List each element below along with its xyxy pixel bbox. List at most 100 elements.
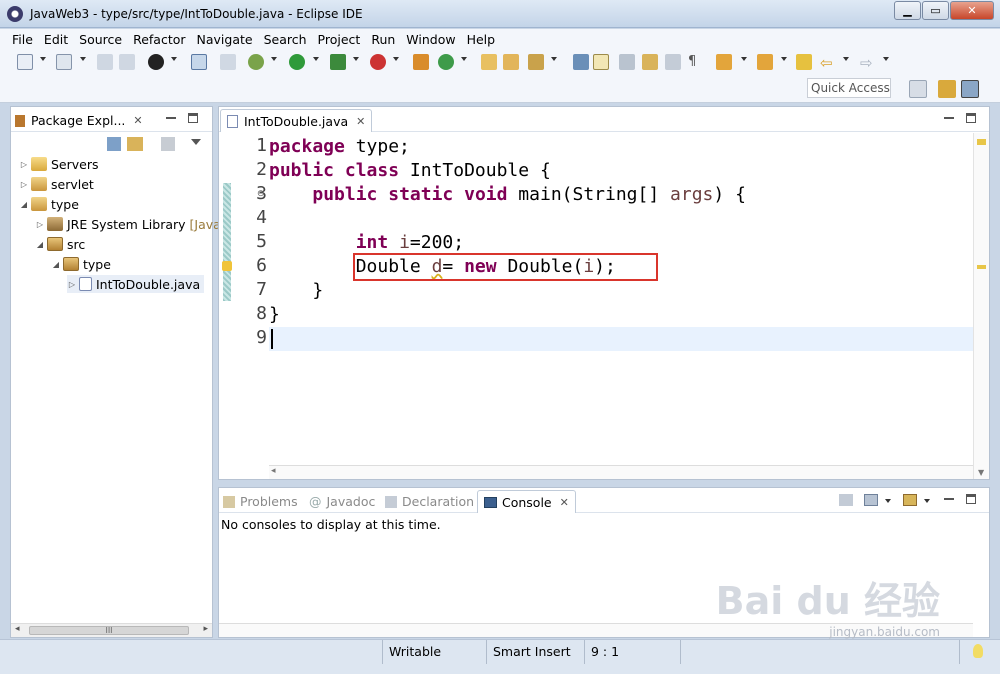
new-server-icon[interactable] — [413, 54, 429, 70]
chevron-down-icon[interactable] — [171, 57, 177, 61]
last-edit-icon[interactable] — [796, 54, 812, 70]
chevron-right-icon[interactable]: ▷ — [19, 180, 29, 189]
tab-declaration[interactable]: Declaration — [385, 490, 474, 513]
show-whitespace-icon[interactable] — [642, 54, 658, 70]
pin-console-icon[interactable] — [839, 494, 853, 506]
warning-overview-marker[interactable] — [977, 139, 986, 145]
open-type-icon[interactable] — [481, 54, 497, 70]
mark-occurrences-icon[interactable] — [593, 54, 609, 70]
maximize-icon[interactable] — [966, 494, 976, 504]
stop-server-icon[interactable] — [370, 54, 386, 70]
save-icon[interactable] — [97, 54, 113, 70]
warning-overview-marker[interactable] — [977, 265, 986, 269]
tree-node-servlet[interactable]: ▷ servlet — [19, 175, 94, 193]
chevron-down-icon[interactable] — [461, 57, 467, 61]
lightbulb-icon[interactable] — [973, 644, 983, 658]
code-area[interactable]: package type; public class IntToDouble {… — [269, 133, 973, 463]
scroll-down-icon[interactable]: ▼ — [978, 468, 984, 477]
next-annotation-icon[interactable] — [716, 54, 732, 70]
menu-navigate[interactable]: Navigate — [197, 32, 253, 47]
tree-node-src[interactable]: ◢ src — [35, 235, 85, 253]
display-console-icon[interactable] — [864, 494, 878, 506]
scrollbar-thumb[interactable]: III — [29, 626, 189, 635]
debug-icon[interactable] — [248, 54, 264, 70]
chevron-down-icon[interactable] — [80, 57, 86, 61]
refresh-icon[interactable] — [438, 54, 454, 70]
menu-edit[interactable]: Edit — [44, 32, 68, 47]
back-icon[interactable]: ⇦ — [820, 54, 836, 72]
chevron-down-icon[interactable] — [924, 499, 930, 503]
run-icon[interactable] — [289, 54, 305, 70]
chevron-down-icon[interactable] — [781, 57, 787, 61]
chevron-down-icon[interactable] — [843, 57, 849, 61]
menu-refactor[interactable]: Refactor — [133, 32, 185, 47]
chevron-down-icon[interactable] — [393, 57, 399, 61]
menu-source[interactable]: Source — [79, 32, 122, 47]
minimize-icon[interactable] — [166, 113, 176, 119]
chevron-down-icon[interactable]: ◢ — [19, 200, 29, 209]
chevron-down-icon[interactable] — [883, 57, 889, 61]
menu-help[interactable]: Help — [467, 32, 496, 47]
quick-access-field[interactable]: Quick Access — [807, 78, 891, 98]
new-icon[interactable] — [17, 54, 33, 70]
tab-console[interactable]: Console ✕ — [477, 490, 576, 513]
maximize-icon[interactable] — [188, 113, 198, 123]
view-menu-icon[interactable] — [191, 139, 201, 145]
menu-window[interactable]: Window — [406, 32, 455, 47]
scroll-left-icon[interactable]: ◂ — [271, 466, 276, 476]
skip-breakpoints-icon[interactable] — [220, 54, 236, 70]
close-icon[interactable]: ✕ — [133, 114, 142, 127]
chevron-down-icon[interactable] — [271, 57, 277, 61]
tree-node-type-project[interactable]: ◢ type — [19, 195, 79, 213]
editor-horizontal-scrollbar[interactable]: ◂ — [269, 465, 973, 479]
close-icon[interactable]: ✕ — [560, 496, 569, 509]
chevron-right-icon[interactable]: ▷ — [35, 220, 45, 229]
previous-annotation-icon[interactable] — [757, 54, 773, 70]
filter-icon[interactable] — [161, 137, 175, 151]
tab-problems[interactable]: Problems — [223, 490, 298, 513]
pilcrow-icon[interactable]: ¶ — [688, 54, 704, 70]
close-icon[interactable]: ✕ — [356, 115, 365, 128]
menu-file[interactable]: File — [12, 32, 33, 47]
link-editor-icon[interactable] — [127, 137, 143, 151]
save-all-icon[interactable] — [119, 54, 135, 70]
open-folder-icon[interactable] — [503, 54, 519, 70]
chevron-down-icon[interactable]: ◢ — [35, 240, 45, 249]
explorer-horizontal-scrollbar[interactable]: ◂ III ▸ — [11, 623, 212, 637]
chevron-right-icon[interactable]: ▷ — [19, 160, 29, 169]
scroll-right-icon[interactable]: ▸ — [203, 624, 208, 634]
maximize-button[interactable]: ▭ — [922, 1, 949, 20]
tab-javadoc[interactable]: @ Javadoc — [309, 490, 375, 513]
chevron-down-icon[interactable] — [551, 57, 557, 61]
block-selection-icon[interactable] — [619, 54, 635, 70]
annotation-icon[interactable] — [573, 54, 589, 70]
word-wrap-icon[interactable] — [665, 54, 681, 70]
minimize-icon[interactable] — [944, 494, 954, 500]
chevron-down-icon[interactable] — [741, 57, 747, 61]
tree-node-servers[interactable]: ▷ Servers — [19, 155, 99, 173]
tab-package-explorer[interactable]: Package Expl... ✕ — [15, 109, 143, 132]
debug-profile-icon[interactable] — [148, 54, 164, 70]
close-button[interactable]: ✕ — [950, 1, 994, 20]
chevron-right-icon[interactable]: ▷ — [67, 280, 77, 289]
chevron-down-icon[interactable] — [40, 57, 46, 61]
tab-inttodouble-java[interactable]: IntToDouble.java ✕ — [220, 109, 373, 132]
run-external-icon[interactable] — [330, 54, 346, 70]
new-type-icon[interactable] — [56, 54, 72, 70]
tree-node-type-package[interactable]: ◢ type — [51, 255, 111, 273]
open-console-icon[interactable] — [903, 494, 917, 506]
console-icon[interactable] — [191, 54, 207, 70]
maximize-icon[interactable] — [966, 113, 976, 123]
chevron-down-icon[interactable] — [885, 499, 891, 503]
chevron-down-icon[interactable] — [313, 57, 319, 61]
tree-node-jre-library[interactable]: ▷ JRE System Library [Java — [35, 215, 221, 233]
chevron-down-icon[interactable]: ◢ — [51, 260, 61, 269]
tree-node-inttodouble[interactable]: ▷ IntToDouble.java — [67, 275, 205, 293]
scroll-left-icon[interactable]: ◂ — [15, 624, 20, 634]
fold-icon[interactable]: ⊖ — [257, 189, 265, 199]
minimize-button[interactable]: ▁ — [894, 1, 921, 20]
forward-icon[interactable]: ⇨ — [860, 54, 876, 72]
open-perspective-icon[interactable] — [909, 80, 927, 98]
chevron-down-icon[interactable] — [353, 57, 359, 61]
collapse-all-icon[interactable] — [107, 137, 121, 151]
